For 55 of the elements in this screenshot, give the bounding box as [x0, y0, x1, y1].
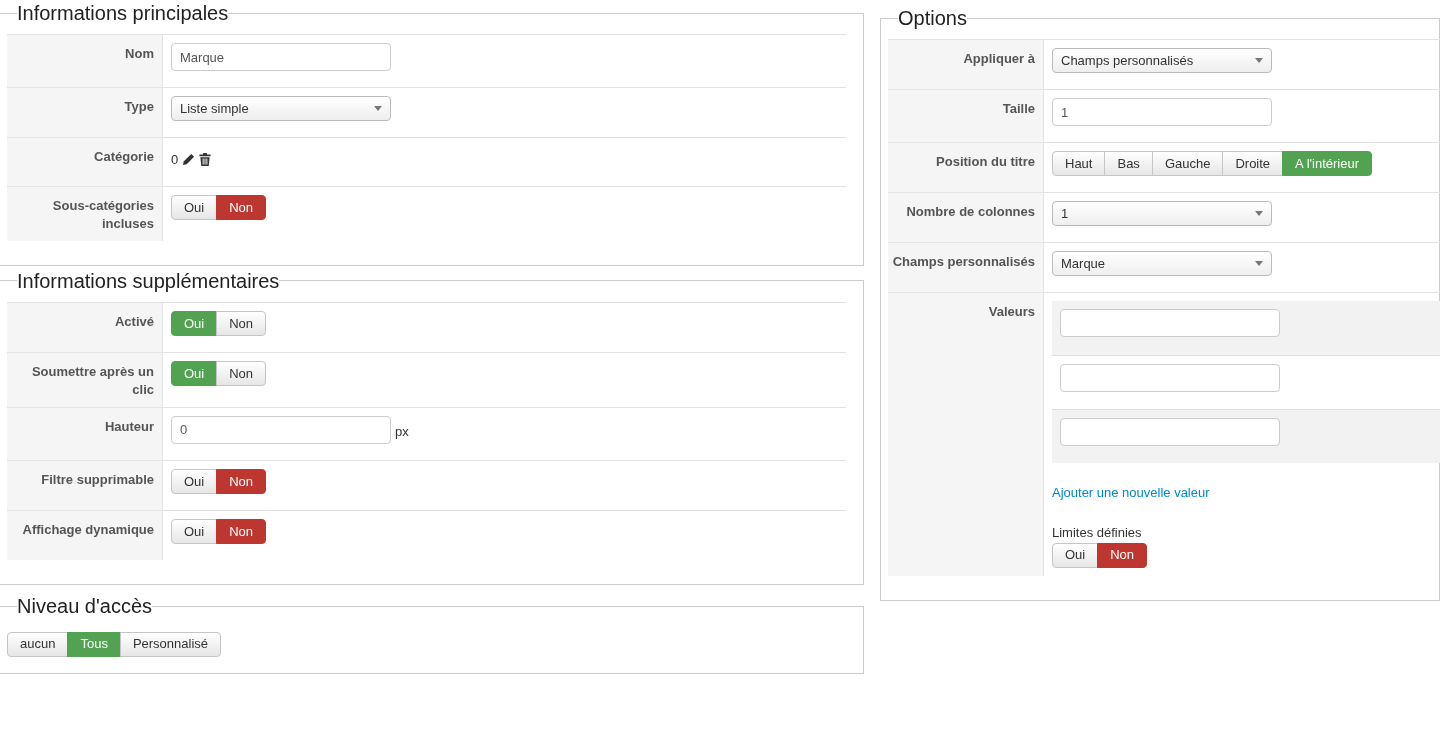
field-label: Limites définies — [1052, 523, 1143, 542]
toggle-option[interactable]: Oui — [1052, 542, 1099, 568]
section-title: Options — [898, 6, 967, 31]
toggle-option[interactable]: Oui — [171, 194, 218, 220]
toggle-option[interactable]: Droite — [1222, 151, 1284, 177]
unit-label: px — [395, 423, 409, 441]
text-input[interactable]: Marque — [171, 43, 391, 71]
field-label: Nom — [125, 46, 154, 61]
toggle-option[interactable]: Gauche — [1151, 151, 1224, 177]
caret-icon — [1255, 211, 1263, 217]
caret-icon — [1255, 261, 1263, 267]
select-dropdown[interactable]: Marque — [1052, 251, 1272, 277]
section-title: Niveau d'accès — [17, 594, 152, 620]
field-label: Filtre supprimable — [41, 471, 154, 487]
field-label: Hauteur — [104, 418, 154, 434]
toggle-option[interactable]: Haut — [1052, 151, 1106, 177]
caret-icon — [374, 106, 382, 111]
toggle-option[interactable]: Oui — [171, 469, 218, 494]
section-title: Informations principales — [17, 1, 229, 26]
text-input[interactable]: 1 — [1052, 98, 1272, 126]
field-label: Nombre de colonnes — [906, 204, 1035, 220]
value-input[interactable] — [1060, 309, 1280, 338]
toggle-option[interactable]: Non — [1097, 542, 1148, 568]
add-value-link[interactable]: Ajouter une nouvelle valeur — [1052, 483, 1440, 503]
toggle-option[interactable]: Bas — [1104, 151, 1153, 177]
toggle-option[interactable]: Non — [216, 310, 267, 336]
section-title: Informations supplémentaires — [17, 268, 280, 294]
toggle-option[interactable]: Non — [216, 194, 267, 220]
trash-icon[interactable] — [199, 153, 212, 167]
select-dropdown[interactable]: 1 — [1052, 201, 1272, 227]
field-label: Position du titre — [936, 154, 1035, 169]
field-label: Type — [124, 99, 154, 114]
field-label: Catégorie — [94, 149, 154, 164]
field-label: Taille — [1002, 101, 1035, 116]
field-label: Affichage dynamique — [22, 522, 154, 537]
toggle-option[interactable]: Personnalisé — [119, 631, 222, 657]
caret-icon — [1255, 58, 1263, 63]
select-dropdown[interactable]: Liste simple — [171, 96, 391, 121]
field-label: Activé — [114, 313, 154, 329]
value-input[interactable] — [1060, 418, 1280, 447]
text-input[interactable]: 0 — [171, 415, 391, 444]
toggle-option[interactable]: Non — [216, 361, 267, 386]
value-input[interactable] — [1060, 364, 1280, 393]
field-label: Champs personnalisés — [892, 254, 1035, 270]
select-dropdown[interactable]: Champs personnalisés — [1052, 48, 1272, 73]
toggle-option[interactable]: aucun — [7, 631, 69, 657]
pencil-icon[interactable] — [182, 153, 196, 167]
field-label: Appliquer à — [963, 51, 1035, 66]
field-label: Soumettre après un clic — [31, 363, 154, 397]
field-label: Sous-catégories incluses — [52, 197, 154, 231]
toggle-option[interactable]: Non — [216, 519, 267, 545]
toggle-option[interactable]: Oui — [171, 519, 218, 545]
category-value: 0 — [171, 151, 179, 169]
toggle-option[interactable]: Non — [216, 469, 267, 494]
field-label: Valeurs — [988, 304, 1035, 320]
